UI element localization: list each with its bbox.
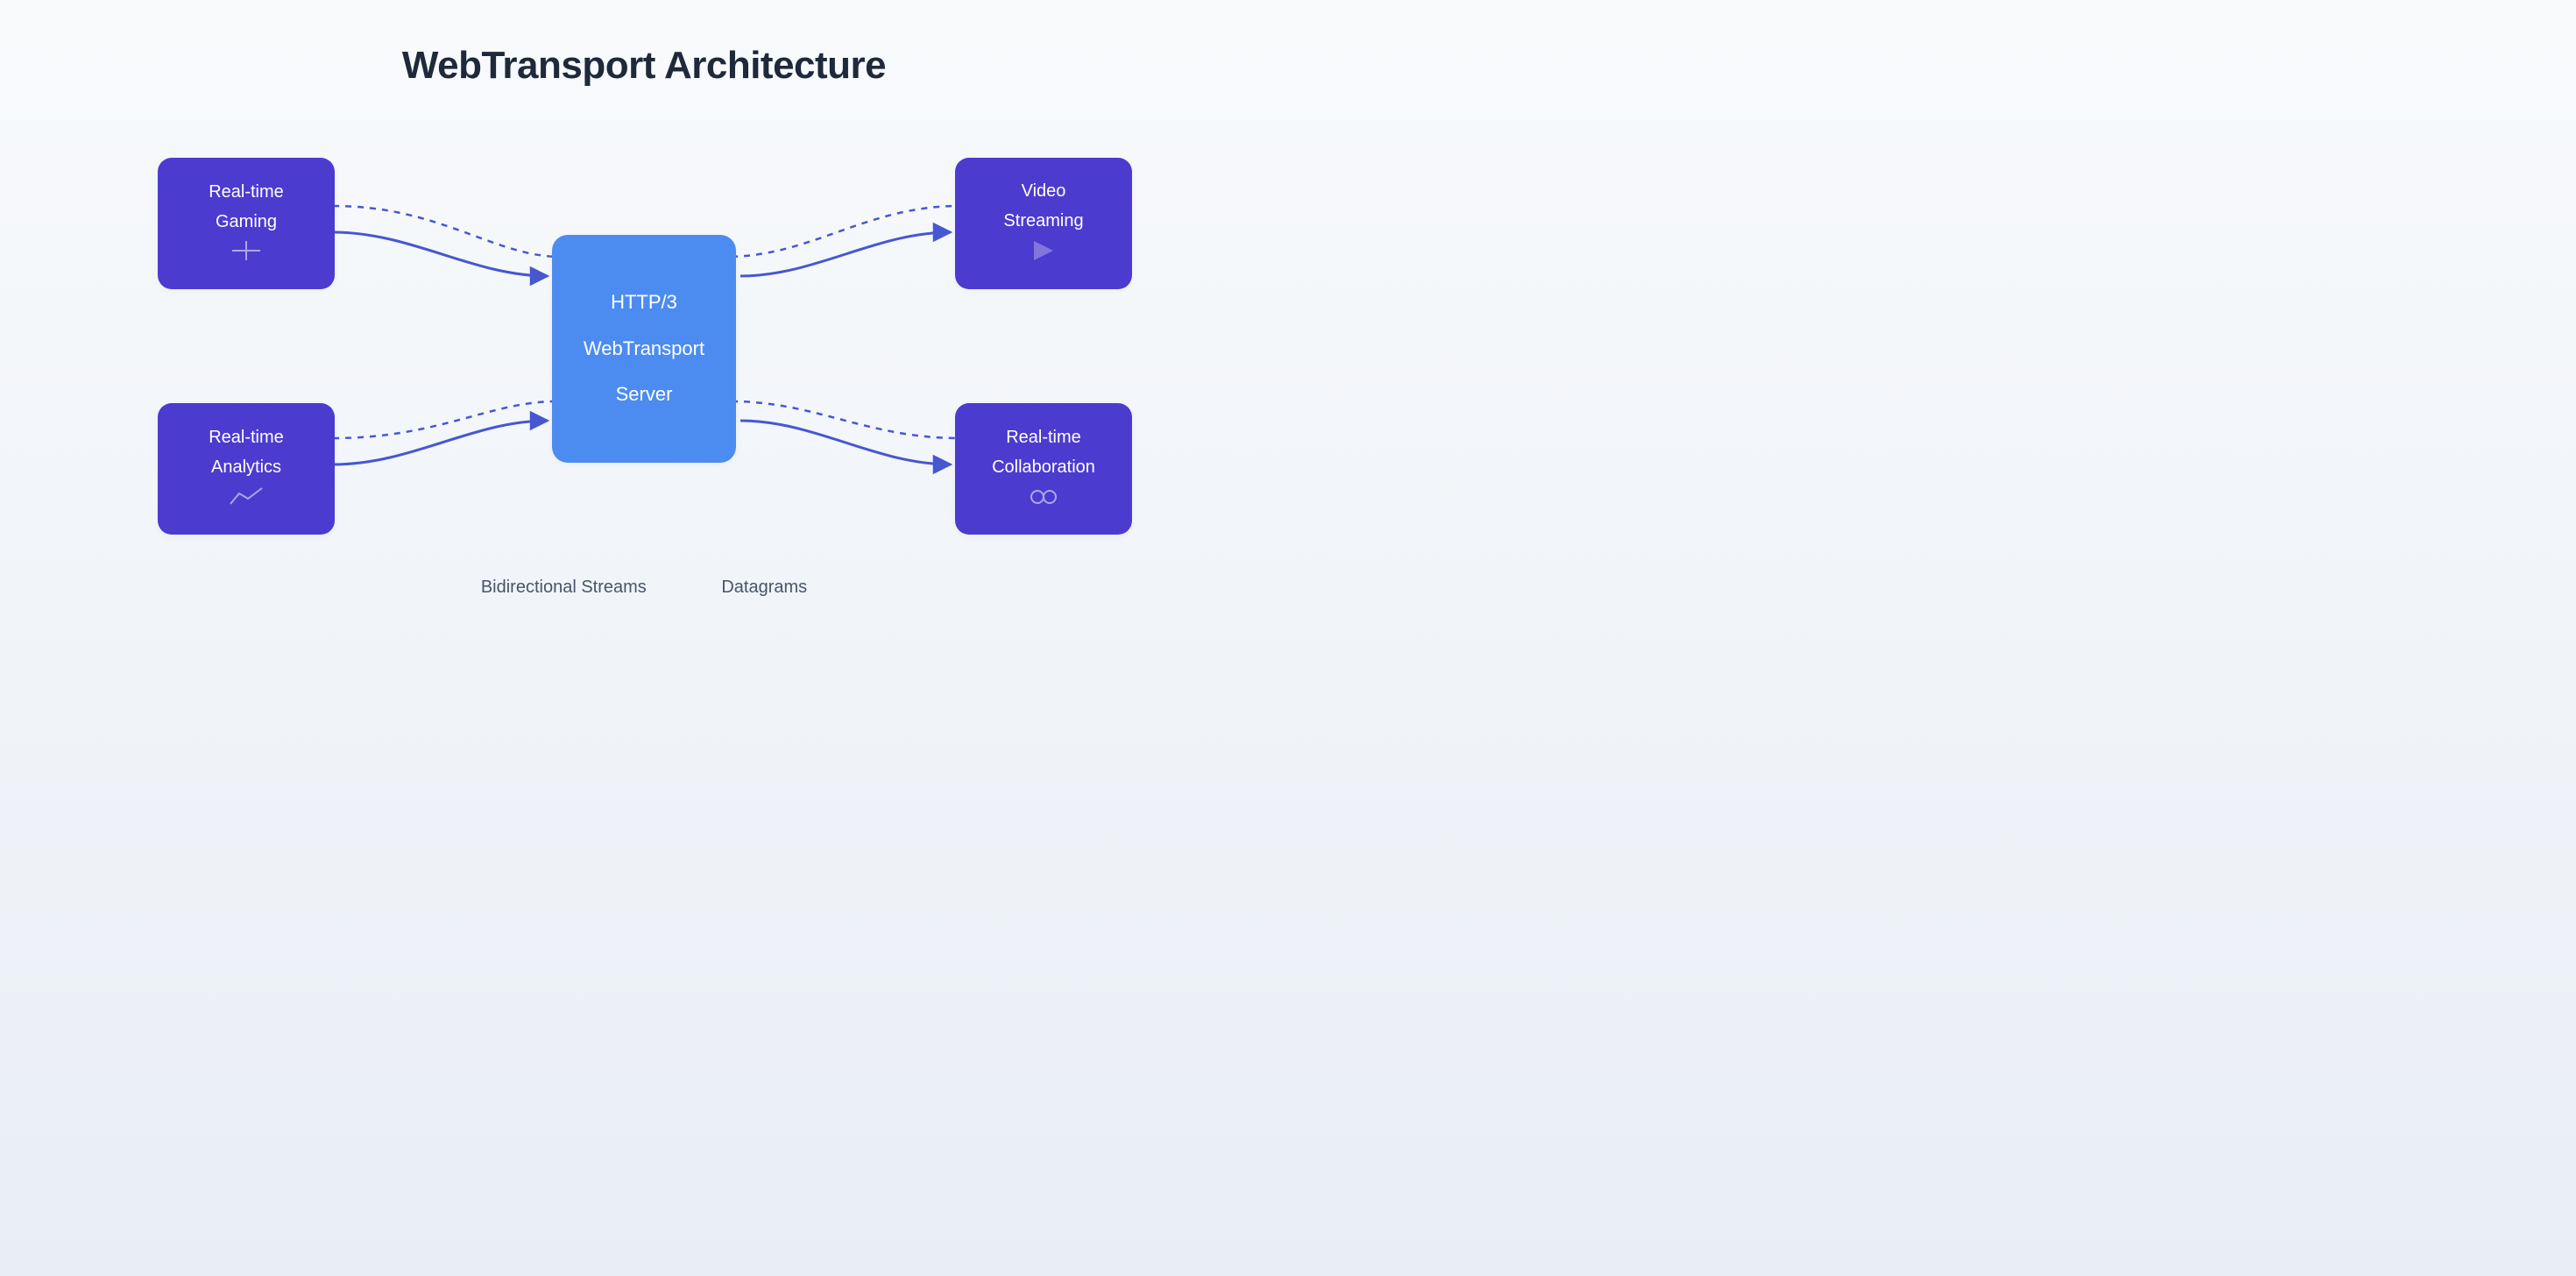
legend-streams: Bidirectional Streams xyxy=(481,578,647,597)
connector-video-dashed xyxy=(732,206,959,257)
gamepad-icon xyxy=(229,240,264,270)
node-analytics: Real-time Analytics xyxy=(158,403,335,535)
connector-collab-dashed xyxy=(732,401,959,438)
node-gaming: Real-time Gaming xyxy=(158,158,335,289)
legend-datagrams: Datagrams xyxy=(721,578,807,597)
play-icon xyxy=(1030,239,1057,272)
video-line2: Streaming xyxy=(1003,206,1083,236)
legend: Bidirectional Streams Datagrams xyxy=(0,578,1288,598)
connector-analytics-solid xyxy=(333,421,548,464)
server-line3: Server xyxy=(616,372,673,418)
connector-gaming-dashed xyxy=(333,206,556,257)
server-line2: WebTransport xyxy=(584,326,704,372)
connector-gaming-solid xyxy=(333,232,548,276)
collaboration-icon xyxy=(1026,486,1061,515)
gaming-line2: Gaming xyxy=(216,207,277,237)
gaming-line1: Real-time xyxy=(209,177,284,207)
server-line1: HTTP/3 xyxy=(611,280,677,326)
video-line1: Video xyxy=(1022,176,1066,206)
connector-collab-solid xyxy=(740,421,951,464)
diagram-title: WebTransport Architecture xyxy=(0,44,1288,88)
connector-analytics-dashed xyxy=(333,401,556,438)
analytics-line1: Real-time xyxy=(209,422,284,452)
node-server: HTTP/3 WebTransport Server xyxy=(552,235,736,463)
node-video: Video Streaming xyxy=(955,158,1132,289)
node-collab: Real-time Collaboration xyxy=(955,403,1132,535)
analytics-line2: Analytics xyxy=(211,452,281,482)
collab-line2: Collaboration xyxy=(992,452,1095,482)
connector-video-solid xyxy=(740,232,951,276)
collab-line1: Real-time xyxy=(1006,422,1081,452)
chart-line-icon xyxy=(229,486,264,515)
